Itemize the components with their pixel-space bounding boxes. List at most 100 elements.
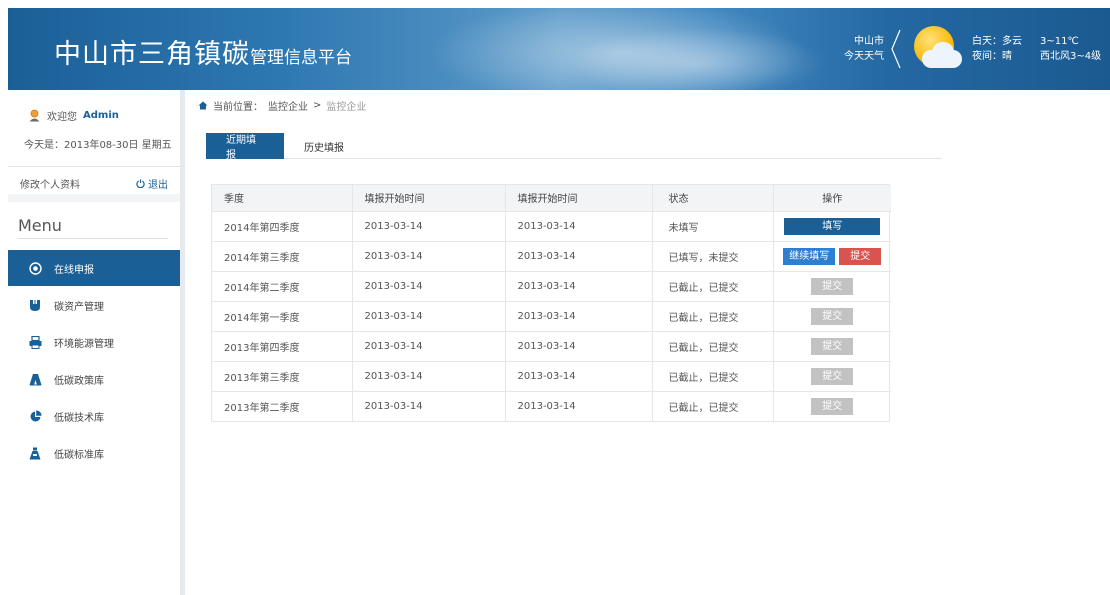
breadcrumb-separator: > (313, 100, 322, 111)
site-title-main: 中山市三角镇碳 (54, 39, 250, 70)
table-row: 2013年第二季度 2013-03-14 2013-03-14 已截止，已提交 … (212, 390, 891, 421)
cell-start: 2013-03-14 (505, 270, 653, 301)
header-cloud-decoration-2 (568, 28, 828, 90)
tab-history[interactable]: 历史填报 (284, 133, 364, 159)
home-icon (198, 101, 208, 110)
table-row: 2014年第一季度 2013-03-14 2013-03-14 已截止，已提交 … (212, 300, 891, 331)
weather-city: 中山市 今天天气 (828, 34, 884, 64)
menu-item-label: 低碳政策库 (54, 375, 104, 387)
cell-start: 2013-03-14 (505, 240, 653, 271)
column-header: 填报开始时间 (352, 185, 506, 211)
cell-start: 2013-03-14 (505, 390, 653, 421)
breadcrumb-parent[interactable]: 监控企业 (268, 98, 308, 113)
cell-actions: 提交 (773, 270, 891, 301)
cell-quarter: 2014年第二季度 (212, 270, 353, 301)
cell-start: 2013-03-14 (505, 330, 653, 361)
sidebar: 欢迎您 Admin 今天是：2013年08-30日 星期五 修改个人资料 退出 … (8, 90, 180, 595)
road-icon (28, 372, 42, 386)
cell-actions: 提交 (773, 360, 891, 391)
bracket-icon (891, 29, 901, 69)
cell-status: 未填写 (652, 210, 774, 241)
divider (18, 238, 168, 239)
site-title: 中山市三角镇碳管理信息平台 (54, 32, 352, 71)
tab-recent[interactable]: 近期填报 (206, 133, 284, 161)
table-header-row: 季度 填报开始时间 填报开始时间 状态 操作 (212, 185, 891, 211)
menu-item-online-report[interactable]: 在线申报 (8, 250, 180, 286)
column-header: 操作 (773, 185, 891, 211)
weather-temp: 3~11℃ (1040, 36, 1079, 47)
target-icon (28, 261, 42, 275)
cell-quarter: 2013年第二季度 (212, 390, 353, 421)
cell-start: 2013-03-14 (352, 240, 506, 271)
menu-item-energy-management[interactable]: 环境能源管理 (8, 324, 180, 360)
page-header: 中山市三角镇碳管理信息平台 中山市 今天天气 白天：多云 夜间：晴 3~11℃ … (8, 8, 1110, 90)
cell-actions: 提交 (773, 300, 891, 331)
tab-bar: 近期填报 历史填报 (206, 133, 942, 161)
username: Admin (83, 110, 119, 121)
cell-status: 已截止，已提交 (652, 360, 774, 391)
table-row: 2014年第三季度 2013-03-14 2013-03-14 已填写，未提交 … (212, 240, 891, 271)
table-row: 2013年第三季度 2013-03-14 2013-03-14 已截止，已提交 … (212, 360, 891, 391)
cell-actions: 继续填写 提交 (773, 240, 891, 271)
cell-actions: 提交 (773, 330, 891, 361)
submit-button-disabled: 提交 (811, 307, 854, 325)
menu-item-carbon-assets[interactable]: 碳资产管理 (8, 287, 180, 323)
weather-today-label: 今天天气 (844, 51, 884, 62)
column-header: 季度 (212, 185, 353, 211)
weather-night: 夜间：晴 (972, 51, 1012, 62)
menu-item-label: 环境能源管理 (54, 338, 114, 350)
cell-status: 已截止，已提交 (652, 270, 774, 301)
menu-item-label: 低碳技术库 (54, 412, 104, 424)
printer-icon (28, 335, 42, 349)
submit-button-disabled: 提交 (811, 337, 854, 355)
site-title-sub: 管理信息平台 (250, 48, 352, 68)
cell-start: 2013-03-14 (505, 210, 653, 241)
cell-actions: 填写 (773, 210, 891, 241)
divider (8, 166, 180, 167)
breadcrumb-prefix: 当前位置： (213, 102, 263, 113)
cell-start: 2013-03-14 (352, 210, 506, 241)
cell-status: 已截止，已提交 (652, 390, 774, 421)
sidebar-border (180, 90, 185, 595)
cell-start: 2013-03-14 (352, 330, 506, 361)
cell-start: 2013-03-14 (352, 360, 506, 391)
report-table: 季度 填报开始时间 填报开始时间 状态 操作 2014年第四季度 2013-03… (211, 184, 891, 422)
edit-profile-link[interactable]: 修改个人资料 (20, 176, 80, 191)
menu-item-policy-library[interactable]: 低碳政策库 (8, 361, 180, 397)
column-header: 填报开始时间 (505, 185, 653, 211)
flask-icon (28, 446, 42, 460)
user-icon (29, 109, 40, 122)
submit-button-disabled: 提交 (811, 277, 854, 295)
cell-quarter: 2014年第三季度 (212, 240, 353, 271)
continue-fill-button[interactable]: 继续填写 (783, 247, 836, 265)
logout-button[interactable]: 退出 (136, 176, 168, 191)
cell-quarter: 2013年第三季度 (212, 360, 353, 391)
table-row: 2013年第四季度 2013-03-14 2013-03-14 已截止，已提交 … (212, 330, 891, 361)
cell-start: 2013-03-14 (352, 300, 506, 331)
weather-city-name: 中山市 (854, 36, 884, 47)
weather-day-night: 白天：多云 夜间：晴 (972, 34, 1022, 64)
cell-start: 2013-03-14 (505, 300, 653, 331)
cell-quarter: 2014年第一季度 (212, 300, 353, 331)
logout-label: 退出 (148, 180, 168, 191)
cell-status: 已填写，未提交 (652, 240, 774, 271)
cell-quarter: 2013年第四季度 (212, 330, 353, 361)
divider-band (8, 194, 180, 202)
pie-icon (28, 409, 42, 423)
table-row: 2014年第二季度 2013-03-14 2013-03-14 已截止，已提交 … (212, 270, 891, 301)
submit-button[interactable]: 提交 (839, 247, 882, 265)
menu-item-label: 在线申报 (54, 264, 94, 276)
today-date: 今天是：2013年08-30日 星期五 (24, 140, 172, 151)
menu-item-standard-library[interactable]: 低碳标准库 (8, 435, 180, 471)
welcome-line: 欢迎您 Admin (28, 108, 119, 123)
menu-item-label: 碳资产管理 (54, 301, 104, 313)
fill-button[interactable]: 填写 (784, 217, 881, 235)
cell-start: 2013-03-14 (352, 270, 506, 301)
menu-item-tech-library[interactable]: 低碳技术库 (8, 398, 180, 434)
submit-button-disabled: 提交 (811, 367, 854, 385)
weather-temp-wind: 3~11℃ 西北风3~4级 (1040, 34, 1101, 64)
breadcrumb-current: 监控企业 (326, 102, 367, 113)
column-header: 状态 (652, 185, 774, 211)
cell-status: 已截止，已提交 (652, 330, 774, 361)
cell-quarter: 2014年第四季度 (212, 210, 353, 241)
